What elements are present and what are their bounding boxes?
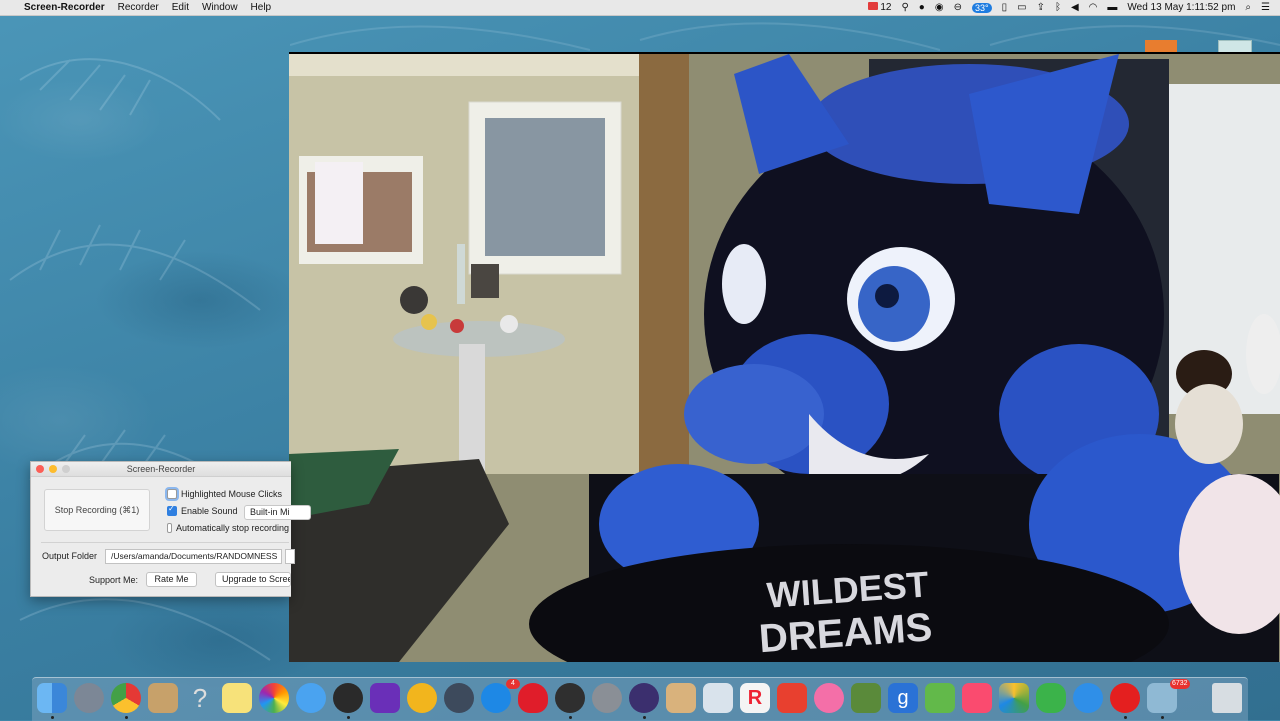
window-titlebar[interactable]: Screen-Recorder — [31, 462, 291, 477]
rate-me-button[interactable]: Rate Me — [146, 572, 197, 587]
enable-sound-label: Enable Sound — [181, 506, 238, 516]
auto-stop-checkbox[interactable] — [167, 523, 172, 533]
running-indicator — [1124, 716, 1127, 719]
imovie-star-icon[interactable] — [370, 683, 400, 713]
highlighted-clicks-checkbox[interactable] — [167, 489, 177, 499]
app-store-badge: 4 — [506, 679, 520, 689]
mail-app-icon[interactable] — [777, 683, 807, 713]
enable-sound-row[interactable]: Enable Sound — [167, 504, 238, 517]
auto-stop-row[interactable]: Automatically stop recording — [167, 522, 289, 534]
menu-recorder[interactable]: Recorder — [118, 2, 159, 13]
final-cut-pro-icon[interactable] — [592, 683, 622, 713]
preview-badge: 6732 — [1170, 679, 1190, 689]
running-indicator — [1161, 716, 1164, 719]
grammarly-icon[interactable]: g — [888, 683, 918, 713]
upload-icon[interactable]: ⇪ — [1037, 2, 1045, 13]
mail-icon — [867, 2, 878, 10]
minecraft-icon[interactable] — [851, 683, 881, 713]
mail-status[interactable]: 12 — [867, 2, 891, 13]
safari-icon[interactable] — [1073, 683, 1103, 713]
menu-edit[interactable]: Edit — [172, 2, 189, 13]
menu-bar: Screen-Recorder Recorder Edit Window Hel… — [0, 0, 1280, 16]
helmet-icon[interactable] — [444, 683, 474, 713]
layers-icon[interactable] — [925, 683, 955, 713]
obs-icon[interactable] — [555, 683, 585, 713]
cpu-temp-badge[interactable]: 33° — [971, 2, 992, 13]
enable-sound-checkbox[interactable] — [167, 504, 177, 516]
highlighted-clicks-label: Highlighted Mouse Clicks — [181, 489, 283, 499]
desktop-file-icon[interactable] — [1145, 40, 1177, 52]
highlighted-clicks-row[interactable]: Highlighted Mouse Clicks — [167, 488, 282, 500]
leaf-pattern-top — [290, 22, 1280, 51]
paint-palette-icon[interactable] — [148, 683, 178, 713]
menu-window[interactable]: Window — [202, 2, 238, 13]
roblox-icon[interactable]: R — [740, 683, 770, 713]
stop-recording-button[interactable]: Stop Recording (⌘1) — [44, 489, 150, 531]
sync-icon[interactable]: ⊖ — [954, 2, 962, 13]
webcam-frame: WILDEST DREAMS — [289, 54, 1280, 662]
screen-icon[interactable]: ▭ — [1017, 2, 1026, 13]
support-label: Support Me: — [89, 575, 139, 585]
close-button[interactable] — [36, 465, 44, 473]
auto-stop-label: Automatically stop recording — [175, 523, 289, 533]
window-title: Screen-Recorder — [126, 464, 196, 474]
camera-icon[interactable] — [333, 683, 363, 713]
screen-recorder-window: Screen-Recorder Stop Recording (⌘1) High… — [30, 461, 311, 597]
running-indicator — [51, 716, 54, 719]
clock[interactable]: Wed 13 May 1:11:52 pm — [1127, 2, 1235, 13]
music-icon[interactable] — [962, 683, 992, 713]
camera-video-window: WILDEST DREAMS — [289, 52, 1280, 662]
fox-app-icon[interactable] — [666, 683, 696, 713]
search-icon[interactable]: ⌕ — [1245, 2, 1251, 13]
document-icon[interactable]: ▯ — [1002, 2, 1008, 13]
upgrade-button[interactable]: Upgrade to Screen — [215, 572, 291, 587]
zoom-button[interactable] — [62, 465, 70, 473]
volume-icon[interactable]: ◀ — [1071, 2, 1079, 13]
sunflower-icon[interactable] — [407, 683, 437, 713]
sound-source-select[interactable]: Built-in Mi — [244, 505, 311, 520]
location-icon[interactable]: ⚲ — [901, 2, 908, 13]
malwarebytes-icon[interactable]: ● — [919, 2, 925, 13]
separator — [41, 542, 289, 543]
minimize-button[interactable] — [49, 465, 57, 473]
bluetooth-icon[interactable]: ᛒ — [1055, 2, 1061, 13]
cube-icon[interactable] — [703, 683, 733, 713]
sims-icon[interactable] — [1036, 683, 1066, 713]
running-indicator — [643, 716, 646, 719]
running-indicator — [569, 716, 572, 719]
launchpad-icon[interactable] — [74, 683, 104, 713]
google-drive-icon[interactable] — [999, 683, 1029, 713]
trash-icon[interactable] — [1212, 683, 1242, 713]
photos-icon[interactable] — [259, 683, 289, 713]
bird-app-icon[interactable] — [814, 683, 844, 713]
messages-icon[interactable] — [296, 683, 326, 713]
help-icon[interactable]: ? — [185, 683, 215, 713]
choose-folder-button[interactable] — [285, 549, 295, 564]
menu-extras: 12 ⚲ ● ◉ ⊖ 33° ▯ ▭ ⇪ ᛒ ◀ ◠ ▬ Wed 13 May … — [867, 0, 1270, 15]
output-folder-label: Output Folder — [42, 551, 98, 561]
running-indicator — [125, 716, 128, 719]
ring-icon[interactable] — [629, 683, 659, 713]
hand-app-icon[interactable] — [1110, 683, 1140, 713]
menu-help[interactable]: Help — [251, 2, 272, 13]
notes-icon[interactable] — [222, 683, 252, 713]
battery-icon[interactable]: ▬ — [1107, 2, 1117, 13]
finder-icon[interactable] — [37, 683, 67, 713]
output-folder-field[interactable]: /Users/amanda/Documents/RANDOMNESS — [105, 549, 282, 564]
wifi-icon[interactable]: ◠ — [1089, 2, 1098, 13]
menu-app-name[interactable]: Screen-Recorder — [24, 2, 105, 13]
heart-icon[interactable] — [518, 683, 548, 713]
notification-center-icon[interactable]: ☰ — [1261, 2, 1270, 13]
running-indicator — [347, 716, 350, 719]
record-icon[interactable]: ◉ — [935, 2, 944, 13]
chrome-icon[interactable] — [111, 683, 141, 713]
